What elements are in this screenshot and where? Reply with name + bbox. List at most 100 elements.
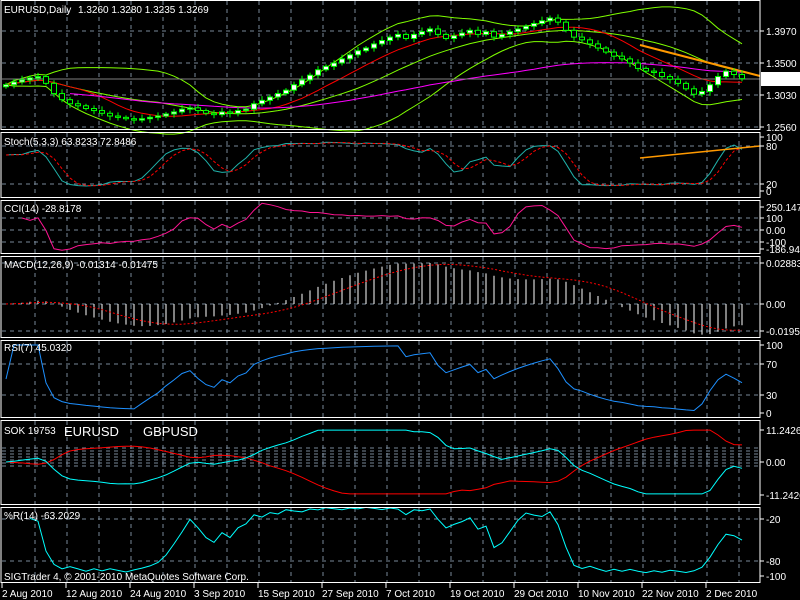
rsi-line — [5, 344, 743, 412]
candle-body — [475, 29, 481, 35]
date-label: 29 Oct 2010 — [514, 589, 569, 600]
trading-chart[interactable]: EURUSD,Daily 1.3260 1.3280 1.3235 1.3269 1… — [0, 0, 800, 600]
candle-body — [259, 99, 265, 105]
candle-body — [115, 115, 121, 118]
candle-body — [59, 93, 65, 101]
candle-body — [707, 84, 713, 93]
candle-body — [715, 76, 721, 86]
candle-body — [531, 23, 537, 27]
candle-body — [131, 118, 137, 121]
candle-body — [563, 21, 569, 31]
candle-body — [371, 43, 377, 49]
candle-body — [307, 74, 313, 81]
candle-body — [459, 32, 465, 37]
candle-body — [299, 79, 305, 86]
date-label: 15 Sep 2010 — [258, 589, 315, 600]
candle-body — [347, 54, 353, 60]
candle-body — [611, 51, 617, 57]
candle-body — [627, 58, 633, 64]
candle-body — [107, 112, 113, 117]
main-pane[interactable] — [0, 0, 761, 130]
candle-body — [19, 79, 25, 83]
candle-body — [195, 107, 201, 112]
price-axis-label: 1.3030 — [766, 91, 797, 102]
sok-eurusd-legend: EURUSD — [64, 424, 119, 439]
eurusd-line — [5, 429, 743, 495]
williams-r-line — [29, 506, 743, 574]
candle-body — [435, 28, 441, 35]
rsi-axis-label: 0 — [766, 409, 772, 420]
candle-body — [99, 110, 105, 114]
candle-body — [147, 116, 153, 120]
wpr-axis-label: -80 — [766, 557, 781, 568]
chart-symbol-label: EURUSD,Daily — [4, 5, 71, 16]
candle-body — [67, 99, 73, 105]
candle-body — [155, 115, 161, 118]
candle-body — [739, 74, 745, 80]
candle-body — [691, 88, 697, 95]
candle-body — [171, 111, 177, 115]
candle-body — [339, 58, 345, 64]
candle-body — [211, 112, 217, 116]
candle-body — [43, 76, 49, 84]
candle-body — [203, 110, 209, 114]
rsi-axis-label: 100 — [766, 341, 783, 352]
candle-body — [363, 47, 369, 52]
candle-body — [619, 55, 625, 60]
date-label: 12 Aug 2010 — [66, 589, 123, 600]
cci-axis-label: 100 — [766, 214, 783, 225]
bollinger-upper-line — [5, 6, 743, 108]
cci-pane[interactable] — [0, 200, 761, 254]
candle-body — [579, 36, 585, 41]
wpr-axis-label: -100 — [766, 572, 786, 583]
candle-body — [27, 77, 33, 81]
candle-body — [51, 82, 57, 95]
candle-body — [603, 47, 609, 53]
candle-body — [35, 76, 41, 79]
cci-label: CCI(14) -28.8178 — [4, 204, 82, 215]
stoch-axis-label: 80 — [766, 142, 778, 153]
candle-body — [267, 96, 273, 101]
macd-axis-label: 0.02883 — [766, 259, 800, 270]
macd-axis-label: 0.00 — [766, 300, 786, 311]
candle-body — [443, 33, 449, 39]
candle-body — [699, 91, 705, 95]
candle-body — [507, 31, 513, 35]
rsi-axis-label: 30 — [766, 391, 778, 402]
candle-body — [91, 108, 97, 112]
wpr-label: %R(14) -63.2029 — [4, 511, 81, 522]
date-label: 7 Oct 2010 — [386, 589, 435, 600]
rsi-label: RSI(7) 45.0320 — [4, 343, 72, 354]
candle-body — [227, 111, 233, 114]
wpr-axis-label: -20 — [766, 515, 781, 526]
candle-body — [403, 33, 409, 39]
candle-body — [283, 89, 289, 95]
candle-body — [523, 25, 529, 30]
current-price-label: 1.3269 — [766, 75, 797, 86]
candle-body — [539, 20, 545, 25]
candle-body — [635, 62, 641, 69]
candle-body — [3, 84, 9, 88]
candle-body — [555, 17, 561, 23]
candle-body — [163, 113, 169, 117]
sok-axis-label: 11.2426 — [766, 426, 800, 437]
date-label: 2 Aug 2010 — [2, 589, 53, 600]
candle-body — [723, 70, 729, 78]
sok-axis-label: 0.00 — [766, 458, 786, 469]
candle-body — [379, 40, 385, 45]
stoch-label: Stoch(5,3,3) 63.8233 72.8486 — [4, 137, 137, 148]
ohlc-readout: 1.3260 1.3280 1.3235 1.3269 — [78, 5, 209, 16]
stoch-signal-line — [5, 141, 743, 187]
candle-body — [547, 17, 553, 22]
cci-line — [21, 202, 743, 251]
candle-body — [419, 31, 425, 35]
cci-axis-label: -186.949 — [766, 245, 800, 256]
candle-body — [651, 70, 657, 73]
macd-label: MACD(12,26,9) -0.01314 -0.01475 — [4, 260, 158, 271]
candle-body — [643, 67, 649, 72]
candle-body — [515, 28, 521, 33]
candle-body — [187, 107, 193, 110]
candle-body — [659, 71, 665, 78]
candle-body — [275, 93, 281, 98]
sok-gbpusd-legend: GBPUSD — [143, 424, 198, 439]
